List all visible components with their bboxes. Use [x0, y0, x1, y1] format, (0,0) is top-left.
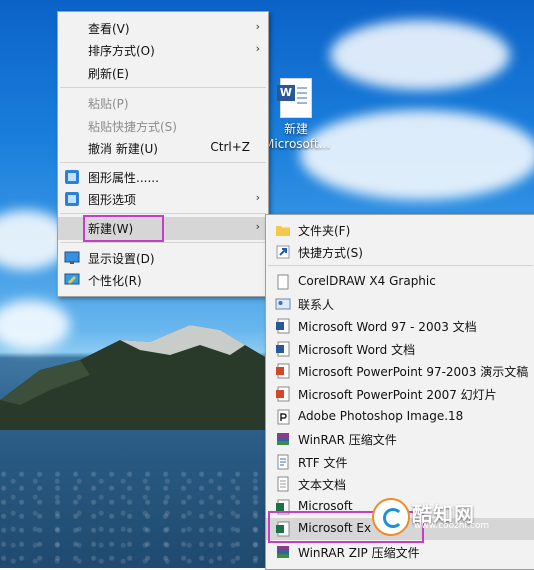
display-icon: [64, 251, 80, 264]
submenu-item-rtf[interactable]: RTF 文件: [266, 451, 534, 473]
desktop-icon-label-1: 新建: [283, 122, 308, 136]
menu-separator: [268, 265, 533, 266]
menu-item-refresh[interactable]: 刷新(E): [58, 62, 268, 84]
word-docx-icon: [276, 341, 290, 357]
menu-item-display-settings[interactable]: 显示设置(D): [58, 247, 268, 269]
menu-item-label: 粘贴(P): [88, 97, 129, 111]
shortcut-icon: [276, 245, 290, 259]
submenu-item-label: Adobe Photoshop Image.18: [298, 409, 464, 423]
submenu-item-shortcut[interactable]: 快捷方式(S): [266, 241, 534, 263]
submenu-item-label: Microsoft PowerPoint 97-2003 演示文稿: [298, 365, 529, 379]
menu-item-label: 图形属性......: [88, 171, 159, 185]
chevron-right-icon: ›: [255, 191, 260, 204]
personalize-icon: [64, 273, 80, 285]
menu-item-label: 个性化(R): [88, 274, 142, 288]
submenu-item-label: 文件夹(F): [298, 224, 351, 238]
menu-separator: [60, 162, 266, 163]
submenu-item-label: Microsoft Word 97 - 2003 文档: [298, 320, 477, 334]
submenu-item-label: WinRAR ZIP 压缩文件: [298, 546, 420, 560]
new-word-doc-desktop-icon[interactable]: W 新建 Microsoft...: [264, 78, 331, 152]
menu-item-label: 粘贴快捷方式(S): [88, 120, 177, 134]
ppt-icon: [276, 363, 290, 379]
menu-item-paste: 粘贴(P): [58, 92, 268, 114]
menu-item-undo-new[interactable]: 撤消 新建(U) Ctrl+Z: [58, 137, 268, 159]
menu-item-label: 图形选项: [88, 193, 137, 207]
submenu-item-ppt-97[interactable]: Microsoft PowerPoint 97-2003 演示文稿: [266, 360, 534, 382]
intel-graphics-icon: [65, 192, 79, 206]
watermark: 酷知网 www.coozhi.com: [372, 498, 522, 536]
rtf-icon: [277, 454, 289, 470]
winrar-icon: [277, 433, 289, 445]
submenu-item-text-doc[interactable]: 文本文档: [266, 473, 534, 495]
chevron-right-icon: ›: [255, 220, 260, 233]
text-doc-icon: [277, 476, 289, 492]
submenu-item-label: 快捷方式(S): [298, 246, 363, 260]
coreldraw-file-icon: [277, 274, 289, 290]
submenu-item-label: 文本文档: [298, 478, 347, 492]
menu-item-graphics-options[interactable]: 图形选项 ›: [58, 188, 268, 210]
menu-item-label: 显示设置(D): [88, 252, 155, 266]
submenu-item-word-97[interactable]: Microsoft Word 97 - 2003 文档: [266, 315, 534, 337]
contact-icon: [275, 298, 291, 310]
desktop-context-menu: 查看(V) › 排序方式(O) › 刷新(E) 粘贴(P) 粘贴快捷方式(S) …: [57, 11, 269, 297]
winrar-zip-icon: [277, 546, 289, 558]
submenu-item-photoshop[interactable]: Adobe Photoshop Image.18: [266, 406, 534, 428]
submenu-item-folder[interactable]: 文件夹(F): [266, 219, 534, 241]
submenu-item-contact[interactable]: 联系人: [266, 293, 534, 315]
pptx-icon: [276, 386, 290, 402]
desktop-icon-label-2: Microsoft...: [264, 137, 331, 151]
menu-separator: [60, 87, 266, 88]
watermark-url: www.coozhi.com: [414, 521, 490, 531]
menu-item-personalize[interactable]: 个性化(R): [58, 269, 268, 291]
menu-item-label: 撤消 新建(U): [88, 142, 158, 156]
submenu-item-label: CorelDRAW X4 Graphic: [298, 274, 436, 288]
submenu-item-label: Microsoft PowerPoint 2007 幻灯片: [298, 388, 497, 402]
photoshop-icon: [277, 409, 290, 425]
menu-item-graphics-properties[interactable]: 图形属性......: [58, 166, 268, 188]
menu-item-paste-shortcut: 粘贴快捷方式(S): [58, 115, 268, 137]
word-file-icon: W: [277, 78, 312, 118]
submenu-item-coreldraw[interactable]: CorelDRAW X4 Graphic: [266, 271, 534, 293]
menu-item-sort-by[interactable]: 排序方式(O) ›: [58, 39, 268, 61]
submenu-item-winrar[interactable]: WinRAR 压缩文件: [266, 428, 534, 450]
submenu-item-winrar-zip[interactable]: WinRAR ZIP 压缩文件: [266, 541, 534, 563]
intel-graphics-icon: [65, 170, 79, 184]
submenu-item-label: 联系人: [298, 298, 335, 312]
chevron-right-icon: ›: [255, 42, 260, 55]
folder-icon: [276, 226, 290, 236]
menu-item-label: 排序方式(O): [88, 44, 155, 58]
menu-item-label: 查看(V): [88, 22, 130, 36]
submenu-item-ppt-2007[interactable]: Microsoft PowerPoint 2007 幻灯片: [266, 383, 534, 405]
submenu-item-label: WinRAR 压缩文件: [298, 433, 397, 447]
submenu-item-label: RTF 文件: [298, 456, 348, 470]
submenu-item-label: Microsoft Word 文档: [298, 343, 416, 357]
menu-item-view[interactable]: 查看(V) ›: [58, 17, 268, 39]
menu-item-shortcut: Ctrl+Z: [210, 140, 250, 154]
submenu-item-word-docx[interactable]: Microsoft Word 文档: [266, 338, 534, 360]
coozhi-logo-icon: [372, 498, 410, 536]
menu-separator: [60, 242, 266, 243]
chevron-right-icon: ›: [255, 20, 260, 33]
word-doc-icon: [276, 318, 290, 334]
menu-separator: [60, 213, 266, 214]
new-item-highlight-outline: [83, 215, 164, 242]
menu-item-label: 刷新(E): [88, 67, 129, 81]
